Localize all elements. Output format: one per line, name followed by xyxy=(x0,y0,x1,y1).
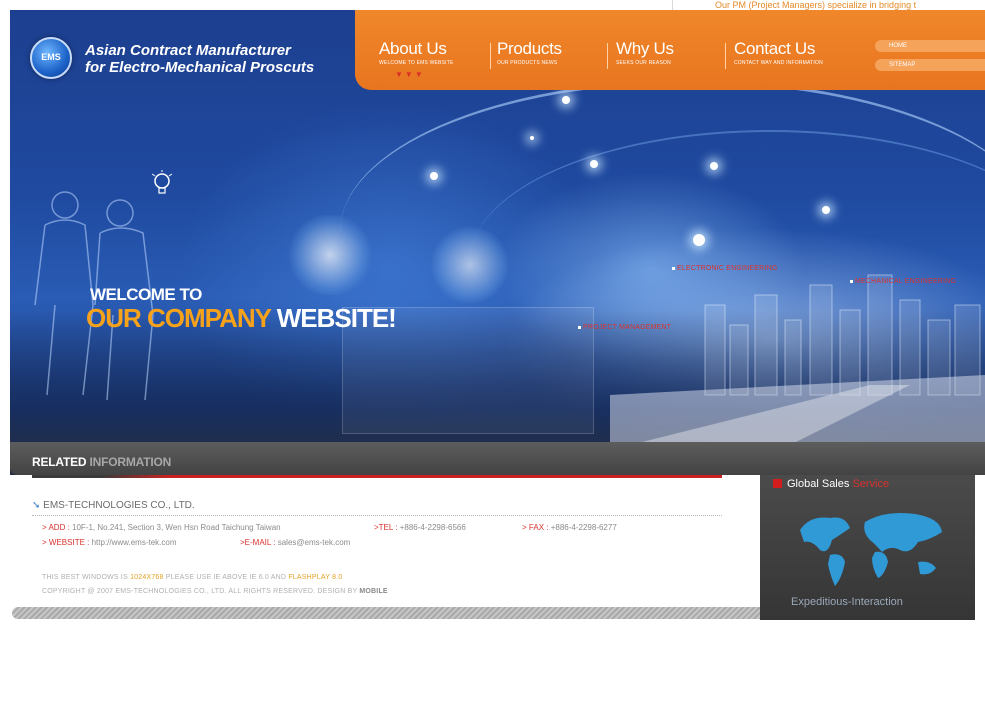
dotted-divider xyxy=(32,515,722,516)
nav-active-arrows: ▼▼▼ xyxy=(395,70,425,79)
light-star xyxy=(710,162,718,170)
ems-logo[interactable]: EMS xyxy=(30,37,72,79)
nav-products[interactable]: Products OUR PRODUCTS NEWS xyxy=(497,40,562,67)
nav-about-us[interactable]: About Us WELCOME TO EMS WEBSITE xyxy=(379,40,454,67)
welcome-heading-small: WELCOME TO xyxy=(90,285,202,304)
world-map-icon xyxy=(800,513,942,586)
light-star xyxy=(590,160,598,168)
city-skyline xyxy=(610,274,985,445)
fax-info: > FAX : +886-4-2298-6277 xyxy=(522,523,617,532)
nav-separator xyxy=(490,43,491,69)
global-sales-footer: Expeditious-Interaction xyxy=(791,596,903,608)
label-project-management: PROJECT MANAGEMENT xyxy=(578,324,671,331)
sitemap-link[interactable]: SITEMAP xyxy=(875,59,985,71)
address-info: > ADD : 10F-1, No.241, Section 3, Wen Hs… xyxy=(42,523,281,532)
server-light-2 xyxy=(430,225,510,305)
light-star xyxy=(430,172,438,180)
arrow-icon: ➘ xyxy=(32,500,41,511)
red-square-icon xyxy=(773,479,782,488)
light-star xyxy=(562,96,570,104)
site-container: WELCOME TO OUR COMPANY WEBSITE! ELECTRON… xyxy=(10,10,985,620)
global-sales-title: Global Sales Service xyxy=(773,478,889,490)
label-electronic-engineering: ELECTRONIC ENGINEERING xyxy=(672,265,777,272)
email-info: >E-MAIL : sales@ems-tek.com xyxy=(240,538,351,547)
welcome-heading-orange: OUR COMPANY xyxy=(86,303,271,333)
label-mechanical-engineering: MECHANICAL ENGINEERING xyxy=(850,278,956,285)
marquee-divider xyxy=(672,0,673,10)
nav-separator xyxy=(725,43,726,69)
tel-info: >TEL : +886-4-2298-6566 xyxy=(374,523,466,532)
marquee-text: Our PM (Project Managers) specialize in … xyxy=(715,0,917,10)
nav-why-us[interactable]: Why Us SEEKS OUR REASON xyxy=(616,40,674,67)
light-star xyxy=(693,234,705,246)
welcome-heading: OUR COMPANY WEBSITE! xyxy=(86,303,397,334)
browser-note: THIS BEST WINDOWS IS 1024X768 PLEASE USE… xyxy=(42,574,343,581)
company-name: ➘ EMS-TECHNOLOGIES CO., LTD. xyxy=(32,500,195,511)
server-light xyxy=(285,215,375,295)
lightbulb-icon xyxy=(151,170,173,194)
nav-contact-us[interactable]: Contact Us CONTACT WAY AND INFORMATION xyxy=(734,40,823,67)
website-info: > WEBSITE : http://www.ems-tek.com xyxy=(42,538,177,547)
light-star xyxy=(530,136,534,140)
nav-separator xyxy=(607,43,608,69)
related-info-title: RELATED INFORMATION xyxy=(32,455,172,469)
light-star xyxy=(822,206,830,214)
brand-tagline: Asian Contract Manufacturer for Electro-… xyxy=(85,42,314,76)
divider xyxy=(32,475,722,478)
main-navigation: About Us WELCOME TO EMS WEBSITE ▼▼▼ Prod… xyxy=(355,10,985,90)
brand-line-2: for Electro-Mechanical Proscuts xyxy=(85,59,315,76)
copyright-note: COPYRIGHT @ 2007 EMS-TECHNOLOGIES CO., L… xyxy=(42,588,388,595)
welcome-heading-white: WEBSITE! xyxy=(276,303,397,333)
home-link[interactable]: HOME xyxy=(875,40,985,52)
website-link[interactable]: http://www.ems-tek.com xyxy=(92,538,177,547)
brand-line-1: Asian Contract Manufacturer xyxy=(85,42,291,59)
email-link[interactable]: sales@ems-tek.com xyxy=(278,538,351,547)
